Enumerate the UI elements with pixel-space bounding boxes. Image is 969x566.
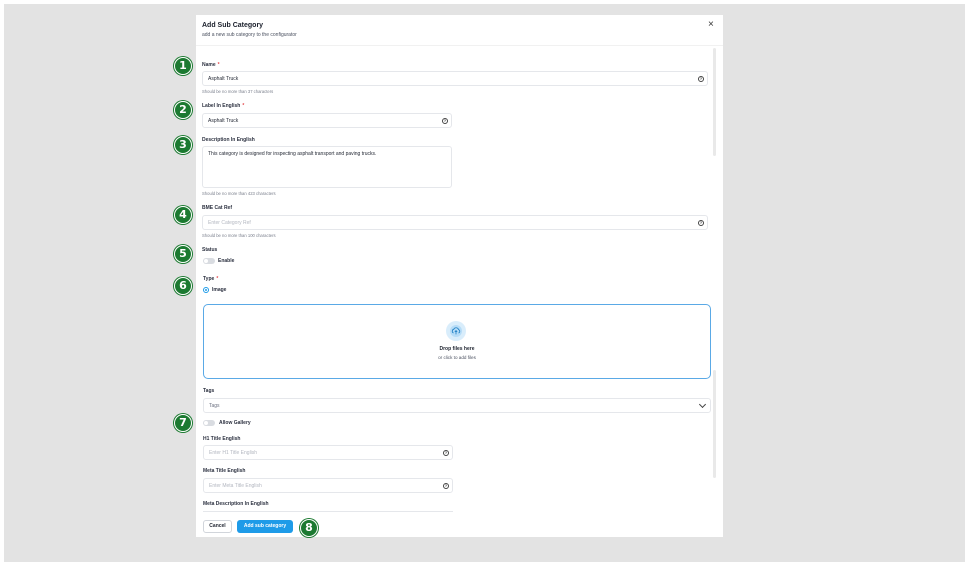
name-label: Name * [202,62,220,68]
meta-description-label: Meta Description In English [203,501,269,507]
help-icon[interactable]: ? [698,75,704,82]
tags-select[interactable]: Tags [203,398,711,413]
annotation-badge-1: 1 [174,57,192,75]
status-toggle[interactable] [203,258,215,264]
annotation-badge-2: 2 [174,101,192,119]
h1-title-label: H1 Title English [203,436,241,442]
type-label: Type * [203,276,219,282]
bme-cat-ref-label: BME Cat Ref [202,205,233,211]
annotation-badge-5: 5 [174,245,192,263]
header-divider [196,45,723,46]
annotation-badge-4: 4 [174,206,192,224]
close-icon[interactable]: × [708,20,714,30]
name-input[interactable]: Asphalt Truck ? [202,71,708,86]
dropzone-title: Drop files here [439,346,475,352]
description-hint: Should be no more than 423 characters [202,191,276,196]
scrollbar-bottom[interactable] [713,370,716,478]
help-icon[interactable]: ? [442,117,448,124]
annotation-badge-7: 7 [174,414,192,432]
description-english-textarea[interactable]: This category is designed for inspecting… [202,146,452,188]
name-hint: Should be no more than 37 characters [202,89,274,94]
scrollbar-top[interactable] [713,48,716,156]
label-english-input[interactable]: Asphalt Truck ? [202,113,452,128]
annotation-badge-8: 8 [300,519,318,537]
dialog-title: Add Sub Category [202,22,264,29]
add-sub-category-button[interactable]: Add sub category [237,520,293,533]
type-radio-image[interactable] [203,287,209,293]
meta-title-input[interactable]: Enter Meta Title English ? [203,478,453,493]
add-sub-category-dialog: Add Sub Category add a new sub category … [196,15,723,537]
description-english-label: Description In English [202,137,255,143]
annotation-badge-6: 6 [174,277,192,295]
dropzone-subtitle: or click to add files [438,355,476,360]
tags-label: Tags [203,388,215,394]
annotation-badge-3: 3 [174,136,192,154]
bme-cat-ref-hint: Should be no more than 100 characters [202,233,276,238]
h1-title-input[interactable]: Enter H1 Title English ? [203,445,453,460]
bme-cat-ref-input[interactable]: Enter Category Ref ? [202,215,708,230]
file-dropzone[interactable]: Drop files here or click to add files [203,304,711,379]
allow-gallery-label: Allow Gallery [219,420,251,426]
type-option-label: Image [212,287,227,293]
meta-description-input-edge [203,511,453,512]
status-toggle-label: Enable [218,258,235,264]
allow-gallery-toggle[interactable] [203,420,215,426]
label-english-label: Label In English * [202,103,245,109]
help-icon[interactable]: ? [698,219,704,226]
meta-title-label: Meta Title English [203,468,246,474]
upload-cloud-icon [446,321,466,341]
dialog-subtitle: add a new sub category to the configurat… [202,32,297,38]
status-label: Status [202,247,218,253]
help-icon[interactable]: ? [443,449,449,456]
cancel-button[interactable]: Cancel [203,520,232,533]
chevron-down-icon [698,400,707,409]
help-icon[interactable]: ? [443,482,449,489]
